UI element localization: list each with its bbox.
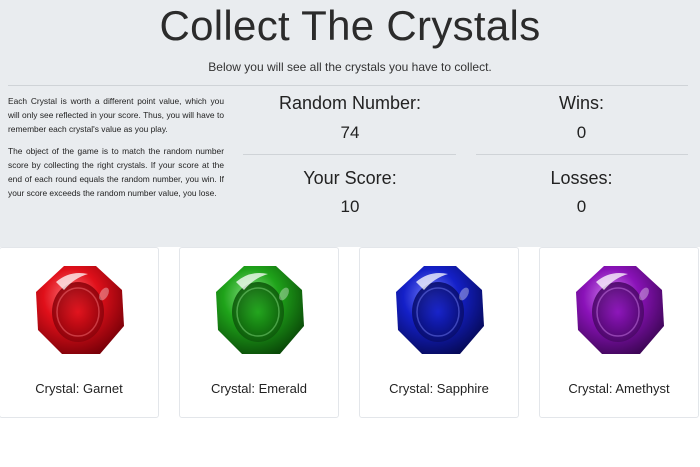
losses-value: 0	[576, 197, 587, 216]
crystal-label: Crystal: Amethyst	[568, 381, 670, 396]
wins-value: 0	[576, 123, 587, 142]
crystal-label: Crystal: Garnet	[35, 381, 123, 396]
page-title: Collect The Crystals	[159, 2, 541, 49]
instructions-paragraph-1: Each Crystal is worth a different point …	[8, 96, 224, 134]
score-label: Your Score:	[303, 168, 397, 188]
crystal-label: Crystal: Sapphire	[389, 381, 489, 396]
divider	[8, 85, 688, 86]
random-number-label: Random Number:	[278, 93, 422, 113]
sapphire-crystal-icon[interactable]	[390, 260, 490, 360]
crystal-image[interactable]	[210, 260, 310, 360]
wins-label: Wins:	[559, 93, 604, 113]
instructions-paragraph-2: The object of the game is to match the r…	[8, 146, 224, 198]
crystal-card[interactable]: Crystal: Amethyst	[539, 247, 699, 418]
crystal-card[interactable]: Crystal: Garnet	[0, 247, 159, 418]
page-subtitle: Below you will see all the crystals you …	[208, 60, 492, 74]
crystal-image[interactable]	[570, 260, 670, 360]
crystal-label: Crystal: Emerald	[210, 381, 308, 396]
crystal-image[interactable]	[390, 260, 490, 360]
crystal-card[interactable]: Crystal: Sapphire	[359, 247, 519, 418]
stat-divider	[243, 154, 456, 155]
garnet-crystal-icon[interactable]	[30, 260, 130, 360]
losses-label: Losses:	[550, 168, 613, 188]
jumbotron: Collect The Crystals Below you will see …	[0, 0, 700, 247]
crystal-image[interactable]	[30, 260, 130, 360]
stat-divider	[476, 154, 688, 155]
emerald-crystal-icon[interactable]	[210, 260, 310, 360]
amethyst-crystal-icon[interactable]	[570, 260, 670, 360]
crystal-card[interactable]: Crystal: Emerald	[179, 247, 339, 418]
random-number-value: 74	[340, 123, 360, 142]
score-value: 10	[340, 197, 360, 216]
game-page: Collect The Crystals Below you will see …	[0, 0, 700, 467]
instructions: Each Crystal is worth a different point …	[8, 94, 224, 208]
